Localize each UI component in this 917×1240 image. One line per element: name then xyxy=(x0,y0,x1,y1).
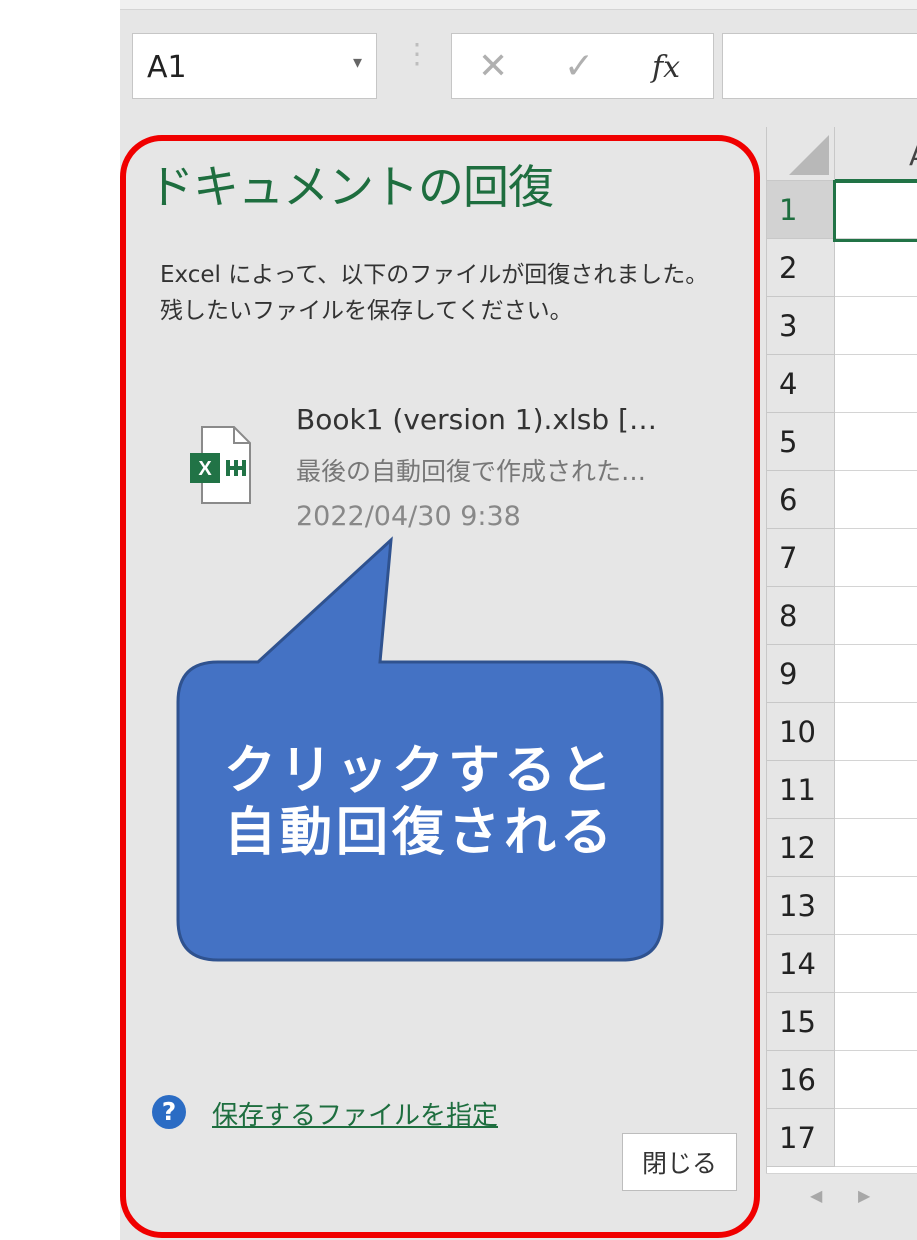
callout-bubble xyxy=(176,536,664,962)
callout-text: クリックすると 自動回復される xyxy=(178,740,662,864)
callout-line-1: クリックすると xyxy=(223,741,616,801)
callout-line-2: 自動回復される xyxy=(223,803,616,863)
